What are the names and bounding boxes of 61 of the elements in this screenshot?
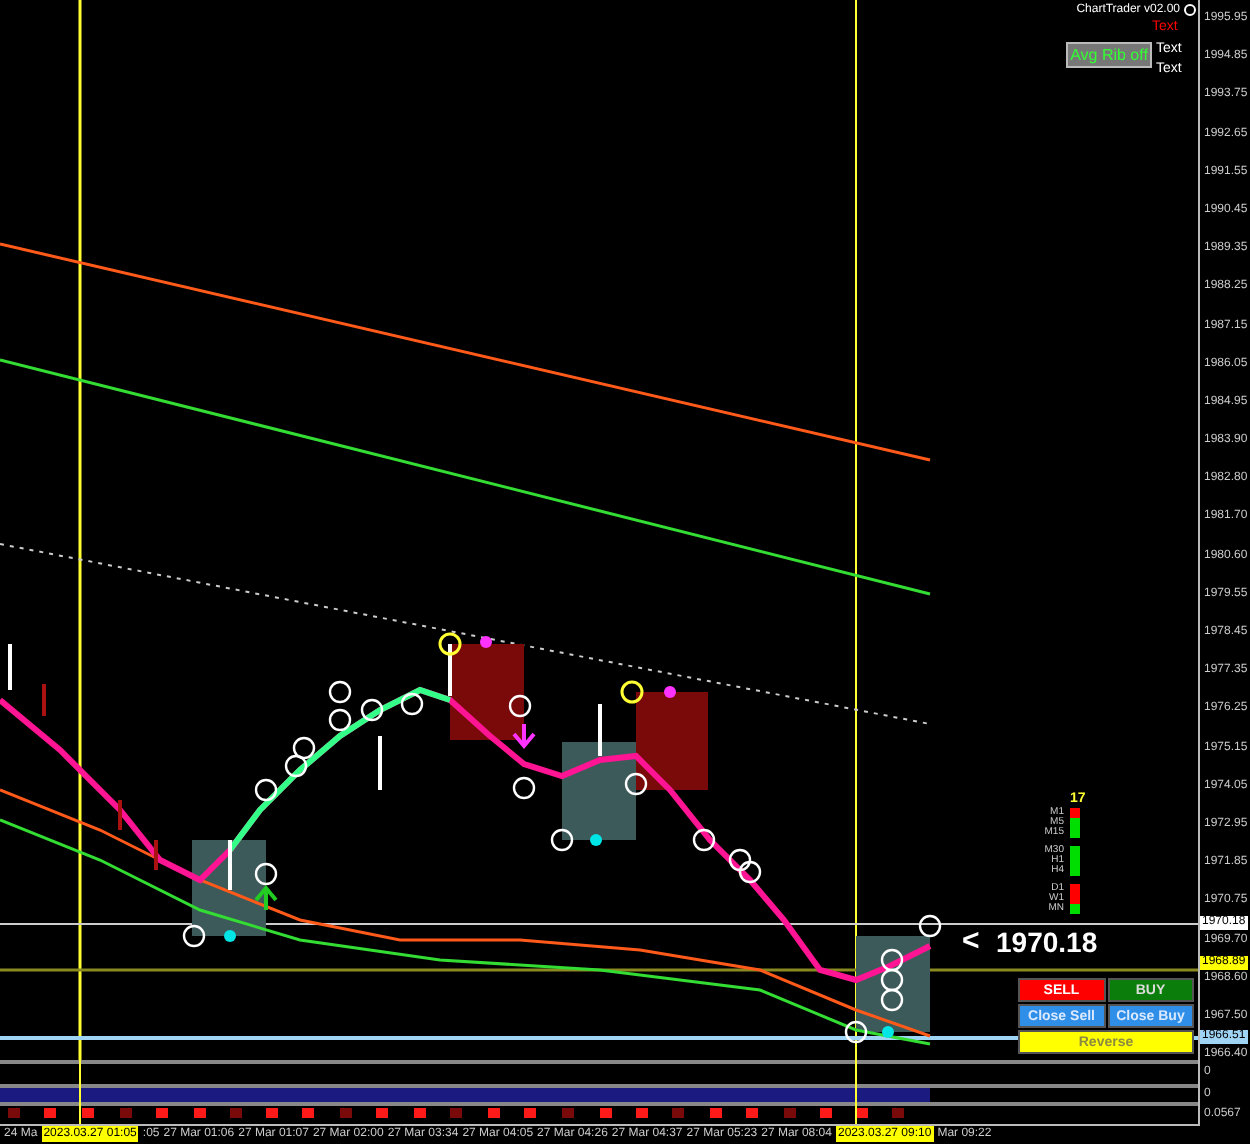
histogram-bar — [302, 1108, 314, 1118]
histogram-bar — [636, 1108, 648, 1118]
histogram-bar — [376, 1108, 388, 1118]
circle-marker — [692, 828, 716, 852]
histogram-bar — [562, 1108, 574, 1118]
circle-marker — [400, 692, 424, 716]
circle-marker — [512, 776, 536, 800]
histogram-bar — [524, 1108, 536, 1118]
circle-marker — [438, 632, 462, 656]
circle-marker — [738, 860, 762, 884]
histogram-bar — [784, 1108, 796, 1118]
histogram-bar — [44, 1108, 56, 1118]
dot-marker — [480, 636, 492, 648]
histogram-bar — [194, 1108, 206, 1118]
histogram-bar — [230, 1108, 242, 1118]
histogram-bar — [414, 1108, 426, 1118]
histogram-bar — [856, 1108, 868, 1118]
histogram-bar — [672, 1108, 684, 1118]
histogram-bar — [340, 1108, 352, 1118]
zone-box — [450, 644, 524, 740]
histogram-bar — [488, 1108, 500, 1118]
zone-box — [636, 692, 708, 790]
up-arrow-icon — [254, 884, 278, 912]
dot-marker — [664, 686, 676, 698]
dot-marker — [224, 930, 236, 942]
histogram-bar — [266, 1108, 278, 1118]
dot-marker — [882, 1026, 894, 1038]
toggle-button[interactable]: Avg Rib off — [1066, 42, 1152, 68]
circle-marker — [620, 680, 644, 704]
circle-marker — [254, 862, 278, 886]
circle-marker — [328, 708, 352, 732]
circle-marker — [918, 914, 942, 938]
histogram-bar — [746, 1108, 758, 1118]
circle-marker — [360, 698, 384, 722]
circle-marker — [880, 968, 904, 992]
histogram-bar — [450, 1108, 462, 1118]
histogram-bar — [600, 1108, 612, 1118]
circle-marker — [550, 828, 574, 852]
circle-marker — [844, 1020, 868, 1044]
circle-marker — [728, 848, 752, 872]
down-arrow-icon — [512, 722, 536, 750]
histogram-bar — [120, 1108, 132, 1118]
histogram-bar — [710, 1108, 722, 1118]
circle-marker — [508, 694, 532, 718]
circle-marker — [254, 778, 278, 802]
histogram-bar — [820, 1108, 832, 1118]
dot-marker — [590, 834, 602, 846]
circle-marker — [328, 680, 352, 704]
circle-marker — [182, 924, 206, 948]
histogram-bar — [156, 1108, 168, 1118]
histogram-bar — [892, 1108, 904, 1118]
histogram-bar — [8, 1108, 20, 1118]
circle-marker — [880, 988, 904, 1012]
circle-marker — [292, 736, 316, 760]
zone-box — [562, 742, 636, 840]
circle-marker — [880, 948, 904, 972]
circle-marker — [624, 772, 648, 796]
price-text: 1970.18 — [996, 928, 1098, 958]
histogram-bar — [82, 1108, 94, 1118]
arrow-text: < — [962, 926, 980, 958]
circle-marker — [284, 754, 308, 778]
